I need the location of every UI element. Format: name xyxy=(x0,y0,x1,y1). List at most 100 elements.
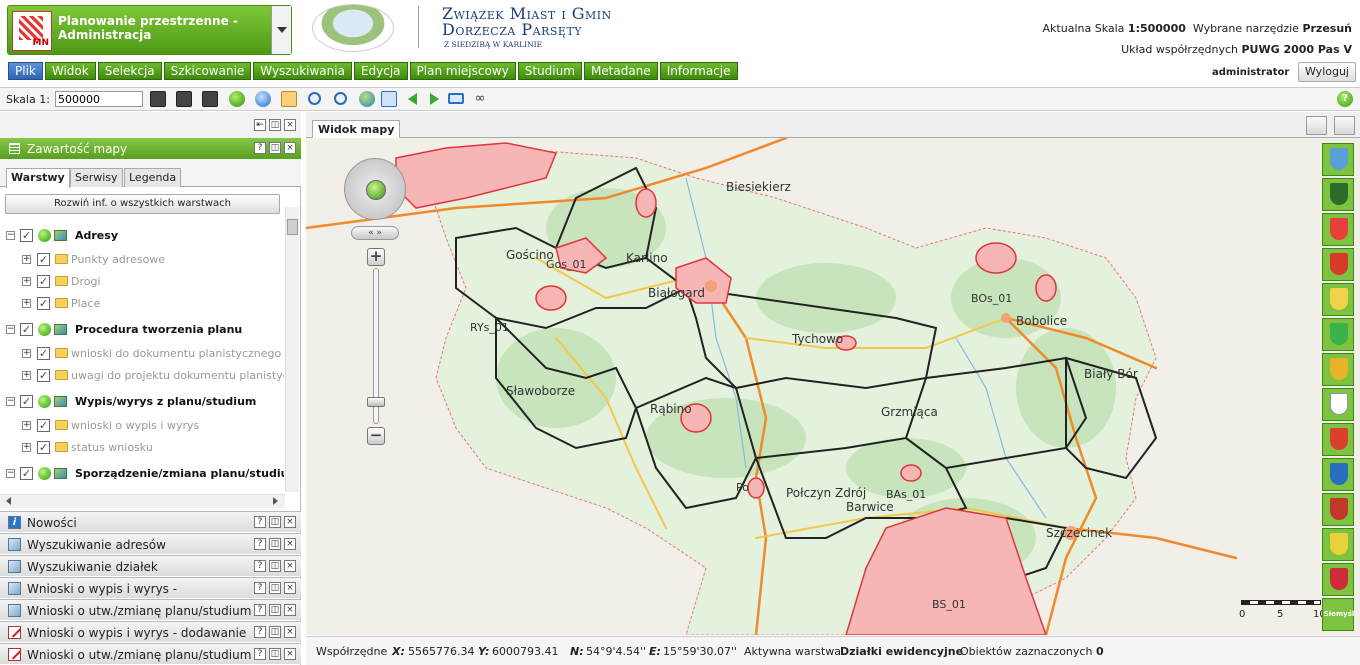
menu-item-metadane[interactable]: Metadane xyxy=(583,62,658,80)
history-nav-button[interactable]: « » xyxy=(351,226,399,240)
layer-group[interactable]: − ✓ Wypis/wyrys z planu/studium xyxy=(0,391,284,413)
kml-export-icon[interactable] xyxy=(176,91,192,107)
layer-group[interactable]: − ✓ Procedura tworzenia planu xyxy=(0,319,284,341)
info-icon[interactable] xyxy=(255,91,271,107)
scroll-left-icon[interactable] xyxy=(2,497,11,505)
emblem-button[interactable] xyxy=(1322,528,1354,561)
restore-icon[interactable]: ◫ xyxy=(269,626,281,638)
expand-icon[interactable]: + xyxy=(22,443,31,452)
expand-icon[interactable]: + xyxy=(22,421,31,430)
help-icon[interactable]: ? xyxy=(254,538,266,550)
restore-icon[interactable]: ◫ xyxy=(269,142,281,154)
full-extent-icon[interactable] xyxy=(359,91,375,107)
emblem-button[interactable] xyxy=(1322,178,1354,211)
expand-icon[interactable]: + xyxy=(22,349,31,358)
panel-wyszukiwanie-adresow[interactable]: Wyszukiwanie adresów ? ◫ × xyxy=(0,533,301,554)
expand-icon[interactable]: + xyxy=(22,255,31,264)
expand-icon[interactable]: + xyxy=(22,371,31,380)
previous-extent-icon[interactable] xyxy=(404,91,420,107)
restore-icon[interactable]: ◫ xyxy=(269,648,281,660)
restore-icon[interactable]: ◫ xyxy=(269,560,281,572)
globe-icon[interactable] xyxy=(366,180,386,200)
menu-item-plik[interactable]: Plik xyxy=(8,62,43,80)
layer-item[interactable]: + ✓ wnioski o wypis i wyrys xyxy=(0,415,284,437)
collapse-left-icon[interactable]: ⇤ xyxy=(254,119,266,131)
layer-group[interactable]: − ✓ Sporządzenie/zmiana planu/studium xyxy=(0,463,284,485)
help-icon[interactable]: ? xyxy=(254,142,266,154)
expand-icon[interactable]: + xyxy=(22,299,31,308)
scale-input[interactable] xyxy=(55,91,143,107)
panel-nowosci[interactable]: i Nowości ? ◫ × xyxy=(0,511,301,532)
expand-all-layers-button[interactable]: Rozwiń inf. o wszystkich warstwach xyxy=(5,194,280,214)
layer-item[interactable]: + ✓ Drogi xyxy=(0,271,284,293)
layer-item[interactable]: + ✓ wnioski do dokumentu planistycznego xyxy=(0,343,284,365)
emblem-button[interactable] xyxy=(1322,563,1354,596)
close-icon[interactable]: × xyxy=(284,142,296,154)
map-canvas[interactable]: Biesiekierz Gościno Gos_01 Karlino Biało… xyxy=(306,138,1360,635)
restore-icon[interactable]: ◫ xyxy=(269,538,281,550)
emblem-button[interactable] xyxy=(1322,458,1354,491)
menu-item-selekcja[interactable]: Selekcja xyxy=(97,62,162,80)
zoom-out-icon[interactable] xyxy=(334,92,347,105)
help-icon[interactable]: ? xyxy=(254,560,266,572)
layer-item[interactable]: + ✓ status wniosku xyxy=(0,437,284,459)
menu-item-studium[interactable]: Studium xyxy=(517,62,582,80)
help-icon[interactable]: ? xyxy=(254,516,266,528)
emblem-button[interactable] xyxy=(1322,213,1354,246)
zoom-slider-thumb[interactable] xyxy=(367,397,385,407)
panel-wyszukiwanie-dzialek[interactable]: Wyszukiwanie działek ? ◫ × xyxy=(0,555,301,576)
layer-checkbox[interactable]: ✓ xyxy=(37,275,50,288)
layer-item[interactable]: + ✓ Place xyxy=(0,293,284,315)
restore-icon[interactable]: ◫ xyxy=(269,582,281,594)
emblem-button[interactable] xyxy=(1322,283,1354,316)
layer-checkbox[interactable]: ✓ xyxy=(37,297,50,310)
close-icon[interactable]: × xyxy=(284,626,296,638)
tab-legenda[interactable]: Legenda xyxy=(124,168,182,187)
panel-wnioski-wypis[interactable]: Wnioski o wypis i wyrys - ? ◫ × xyxy=(0,577,301,598)
zoom-in-button[interactable]: + xyxy=(367,248,385,266)
scroll-right-icon[interactable] xyxy=(273,497,282,505)
pan-control[interactable] xyxy=(344,158,406,220)
menu-item-informacje[interactable]: Informacje xyxy=(659,62,738,80)
close-icon[interactable]: × xyxy=(284,604,296,616)
emblem-button[interactable] xyxy=(1322,143,1354,176)
tab-map-view[interactable]: Widok mapy xyxy=(312,120,401,139)
menu-item-edycja[interactable]: Edycja xyxy=(353,62,408,80)
menu-item-plan-miejscowy[interactable]: Plan miejscowy xyxy=(409,62,516,80)
map-window-icon[interactable] xyxy=(448,93,464,104)
emblem-button[interactable] xyxy=(1322,353,1354,386)
zoom-to-layer-icon[interactable] xyxy=(381,91,397,107)
next-extent-icon[interactable] xyxy=(425,91,441,107)
layer-checkbox[interactable]: ✓ xyxy=(37,347,50,360)
xml-export-icon[interactable] xyxy=(202,91,218,107)
menu-item-wyszukiwania[interactable]: Wyszukiwania xyxy=(253,62,352,80)
help-icon[interactable]: ? xyxy=(254,648,266,660)
restore-icon[interactable]: ◫ xyxy=(269,119,281,131)
identify-icon[interactable] xyxy=(229,91,245,107)
dxf-export-icon[interactable] xyxy=(150,91,166,107)
layer-checkbox[interactable]: ✓ xyxy=(37,369,50,382)
pan-hand-icon[interactable] xyxy=(281,91,297,107)
menu-item-szkicowanie[interactable]: Szkicowanie xyxy=(163,62,252,80)
close-icon[interactable]: × xyxy=(284,538,296,550)
logout-button[interactable]: Wyloguj xyxy=(1298,62,1356,82)
layer-checkbox[interactable]: ✓ xyxy=(37,253,50,266)
emblem-button[interactable] xyxy=(1322,318,1354,351)
collapse-icon[interactable]: − xyxy=(6,469,15,478)
chevron-down-icon[interactable] xyxy=(271,6,291,54)
help-icon[interactable]: ? xyxy=(1337,91,1353,107)
search-icon[interactable] xyxy=(1334,116,1355,135)
close-icon[interactable]: × xyxy=(284,648,296,660)
emblem-siemysl[interactable]: Siemyśl xyxy=(1322,598,1354,631)
emblem-button[interactable] xyxy=(1322,423,1354,456)
collapse-icon[interactable]: − xyxy=(6,231,15,240)
tab-serwisy[interactable]: Serwisy xyxy=(70,168,123,187)
emblem-button[interactable] xyxy=(1322,388,1354,421)
collapse-icon[interactable]: − xyxy=(6,325,15,334)
layer-tree-hscrollbar[interactable] xyxy=(0,494,285,508)
zoom-in-icon[interactable] xyxy=(308,92,321,105)
layer-item[interactable]: + ✓ Punkty adresowe xyxy=(0,249,284,271)
panel-wnioski-wypis-dodawanie[interactable]: Wnioski o wypis i wyrys - dodawanie ? ◫ × xyxy=(0,621,301,642)
close-icon[interactable]: × xyxy=(284,119,296,131)
layer-checkbox[interactable]: ✓ xyxy=(37,441,50,454)
